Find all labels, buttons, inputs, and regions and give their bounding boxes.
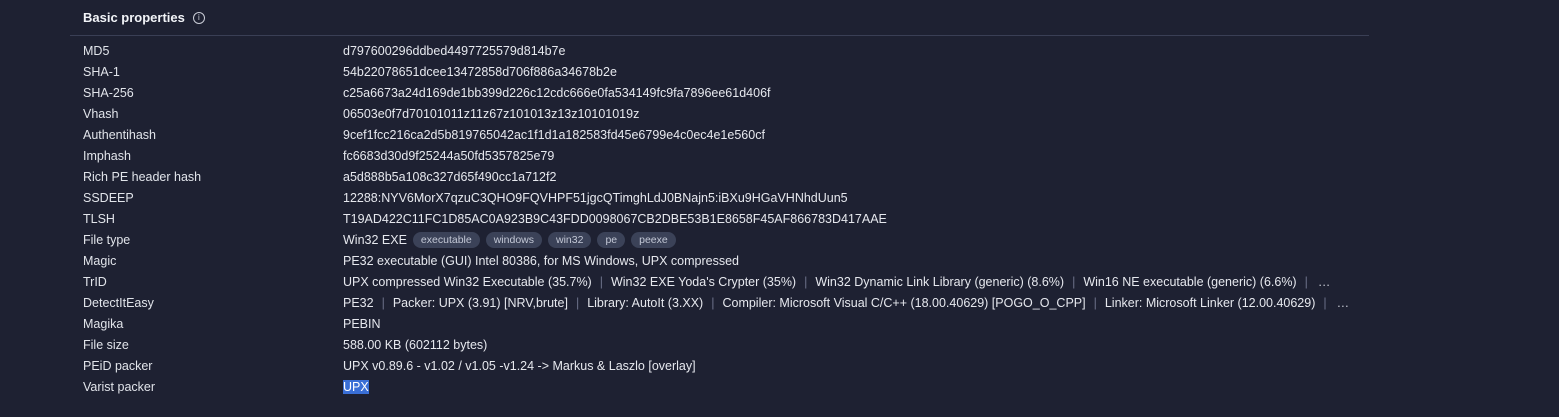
- separator: |: [1304, 274, 1308, 289]
- property-row: Magic PE32 executable (GUI) Intel 80386, …: [70, 250, 1369, 271]
- separator: |: [575, 295, 580, 310]
- property-row: Imphash fc6683d30d9f25244a50fd5357825e79: [70, 145, 1369, 166]
- more-button[interactable]: …: [1318, 275, 1331, 289]
- property-label: Vhash: [83, 106, 119, 121]
- value-text: 54b22078651dcee13472858d706f886a34678b2e: [343, 64, 617, 79]
- property-label: SSDEEP: [83, 190, 134, 205]
- property-value: d797600296ddbed4497725579d814b7e: [343, 44, 1369, 58]
- separator: |: [1093, 295, 1097, 310]
- property-label: Rich PE header hash: [83, 169, 202, 184]
- tag-chip[interactable]: pe: [597, 231, 626, 248]
- property-value: PE32 | Packer: UPX (3.91) [NRV,brute] | Libr…: [343, 296, 1369, 310]
- separator: |: [1323, 295, 1327, 310]
- property-row: SSDEEP 12288:NYV6MorX7qzuC3QHO9FQVHPF51jg…: [70, 187, 1369, 208]
- separator: |: [599, 274, 603, 289]
- property-label: Magic: [83, 253, 117, 268]
- property-value: PEBIN: [343, 317, 1369, 331]
- value-item: Linker: Microsoft Linker (12.00.40629): [1104, 295, 1316, 310]
- value-text: T19AD422C11FC1D85AC0A923B9C43FDD0098067C…: [343, 211, 887, 226]
- value-item: UPX compressed Win32 Executable (35.7%): [343, 274, 592, 289]
- value-text: PE32 executable (GUI) Intel 80386, for M…: [343, 253, 740, 268]
- property-label: MD5: [83, 43, 110, 58]
- property-row: File size 588.00 KB (602112 bytes): [70, 334, 1369, 355]
- value-text: PEBIN: [343, 316, 381, 331]
- value-text: c25a6673a24d169de1bb399d226c12cdc666e0fa…: [343, 85, 771, 100]
- property-label: DetectItEasy: [83, 295, 154, 310]
- property-label: SHA-256: [83, 85, 134, 100]
- property-label: Authentihash: [83, 127, 156, 142]
- separator: |: [804, 274, 808, 289]
- property-value: c25a6673a24d169de1bb399d226c12cdc666e0fa…: [343, 86, 1369, 100]
- property-value: a5d888b5a108c327d65f490cc1a712f2: [343, 170, 1369, 184]
- property-row: Vhash 06503e0f7d70101011z11z67z101013z13z…: [70, 103, 1369, 124]
- property-label: PEiD packer: [83, 358, 153, 373]
- more-button[interactable]: …: [1337, 296, 1350, 310]
- property-value: T19AD422C11FC1D85AC0A923B9C43FDD0098067C…: [343, 212, 1369, 226]
- property-value: Win32 EXE executable windows win32 pe peexe: [343, 231, 1369, 248]
- tag-chip[interactable]: windows: [485, 231, 542, 248]
- property-label: File size: [83, 337, 129, 352]
- property-row: TLSH T19AD422C11FC1D85AC0A923B9C43FDD0098…: [70, 208, 1369, 229]
- property-row: PEiD packer UPX v0.89.6 - v1.02 / v1.05 -…: [70, 355, 1369, 376]
- value-text: 12288:NYV6MorX7qzuC3QHO9FQVHPF51jgcQTimg…: [343, 190, 848, 205]
- property-label: File type: [83, 232, 131, 247]
- property-value: UPX: [343, 379, 1369, 394]
- separator: |: [711, 295, 715, 310]
- separator: |: [1072, 274, 1076, 289]
- property-value: UPX compressed Win32 Executable (35.7%) |…: [343, 275, 1369, 289]
- tag-chip[interactable]: executable: [412, 231, 480, 248]
- property-row: Rich PE header hash a5d888b5a108c327d65f4…: [70, 166, 1369, 187]
- property-value: 06503e0f7d70101011z11z67z101013z13z10101…: [343, 107, 1369, 121]
- property-value: 12288:NYV6MorX7qzuC3QHO9FQVHPF51jgcQTimg…: [343, 191, 1369, 205]
- separator: |: [381, 295, 385, 310]
- property-value: 588.00 KB (602112 bytes): [343, 338, 1369, 352]
- property-row: TrID UPX compressed Win32 Executable (35.…: [70, 271, 1369, 292]
- value-text: d797600296ddbed4497725579d814b7e: [343, 43, 566, 58]
- value-item: Win32 Dynamic Link Library (generic) (8.…: [815, 274, 1065, 289]
- property-row: Magika PEBIN: [70, 313, 1369, 334]
- value-text: 9cef1fcc216ca2d5b819765042ac1f1d1a182583…: [343, 127, 765, 142]
- value-item: Compiler: Microsoft Visual C/C++ (18.00.…: [722, 295, 1086, 310]
- property-label: TrID: [83, 274, 107, 289]
- property-row: DetectItEasy PE32 | Packer: UPX (3.91) [NRV…: [70, 292, 1369, 313]
- property-row: SHA-256 c25a6673a24d169de1bb399d226c12cdc…: [70, 82, 1369, 103]
- value-item: PE32: [343, 295, 374, 310]
- property-label: Imphash: [83, 148, 131, 163]
- value-text: 06503e0f7d70101011z11z67z101013z13z10101…: [343, 106, 640, 121]
- basic-properties-panel: Basic properties i MD5 d797600296ddbed449…: [70, 0, 1369, 417]
- property-value: UPX v0.89.6 - v1.02 / v1.05 -v1.24 -> Ma…: [343, 359, 1369, 373]
- value-item: Packer: UPX (3.91) [NRV,brute]: [392, 295, 568, 310]
- tag-chip[interactable]: win32: [548, 231, 592, 248]
- property-label: Varist packer: [83, 379, 156, 394]
- property-row: File type Win32 EXE executable windows win32…: [70, 229, 1369, 250]
- property-row: Varist packer UPX: [70, 376, 1369, 397]
- property-row: Authentihash 9cef1fcc216ca2d5b819765042ac…: [70, 124, 1369, 145]
- property-label: TLSH: [83, 211, 115, 226]
- property-row: MD5 d797600296ddbed4497725579d814b7e: [70, 40, 1369, 61]
- value-item: Library: AutoIt (3.XX): [587, 295, 704, 310]
- property-value: 9cef1fcc216ca2d5b819765042ac1f1d1a182583…: [343, 128, 1369, 142]
- value-text: UPX: [343, 379, 369, 394]
- section-header: Basic properties i: [70, 0, 1369, 36]
- tag-chip[interactable]: peexe: [631, 231, 676, 248]
- property-value: PE32 executable (GUI) Intel 80386, for M…: [343, 254, 1369, 268]
- value-text: a5d888b5a108c327d65f490cc1a712f2: [343, 169, 557, 184]
- value-item: Win32 EXE Yoda's Crypter (35%): [610, 274, 797, 289]
- properties-list: MD5 d797600296ddbed4497725579d814b7e SHA-1…: [70, 36, 1369, 397]
- property-label: SHA-1: [83, 64, 120, 79]
- property-value: 54b22078651dcee13472858d706f886a34678b2e: [343, 65, 1369, 79]
- property-value: fc6683d30d9f25244a50fd5357825e79: [343, 149, 1369, 163]
- property-row: SHA-1 54b22078651dcee13472858d706f886a346…: [70, 61, 1369, 82]
- value-text: 588.00 KB (602112 bytes): [343, 337, 488, 352]
- section-title: Basic properties: [83, 10, 185, 25]
- property-label: Magika: [83, 316, 124, 331]
- info-circle-icon[interactable]: i: [192, 11, 205, 24]
- value-text: fc6683d30d9f25244a50fd5357825e79: [343, 148, 555, 163]
- value-item: Win16 NE executable (generic) (6.6%): [1083, 274, 1297, 289]
- value-text: UPX v0.89.6 - v1.02 / v1.05 -v1.24 -> Ma…: [343, 358, 696, 373]
- value-text: Win32 EXE: [343, 232, 407, 247]
